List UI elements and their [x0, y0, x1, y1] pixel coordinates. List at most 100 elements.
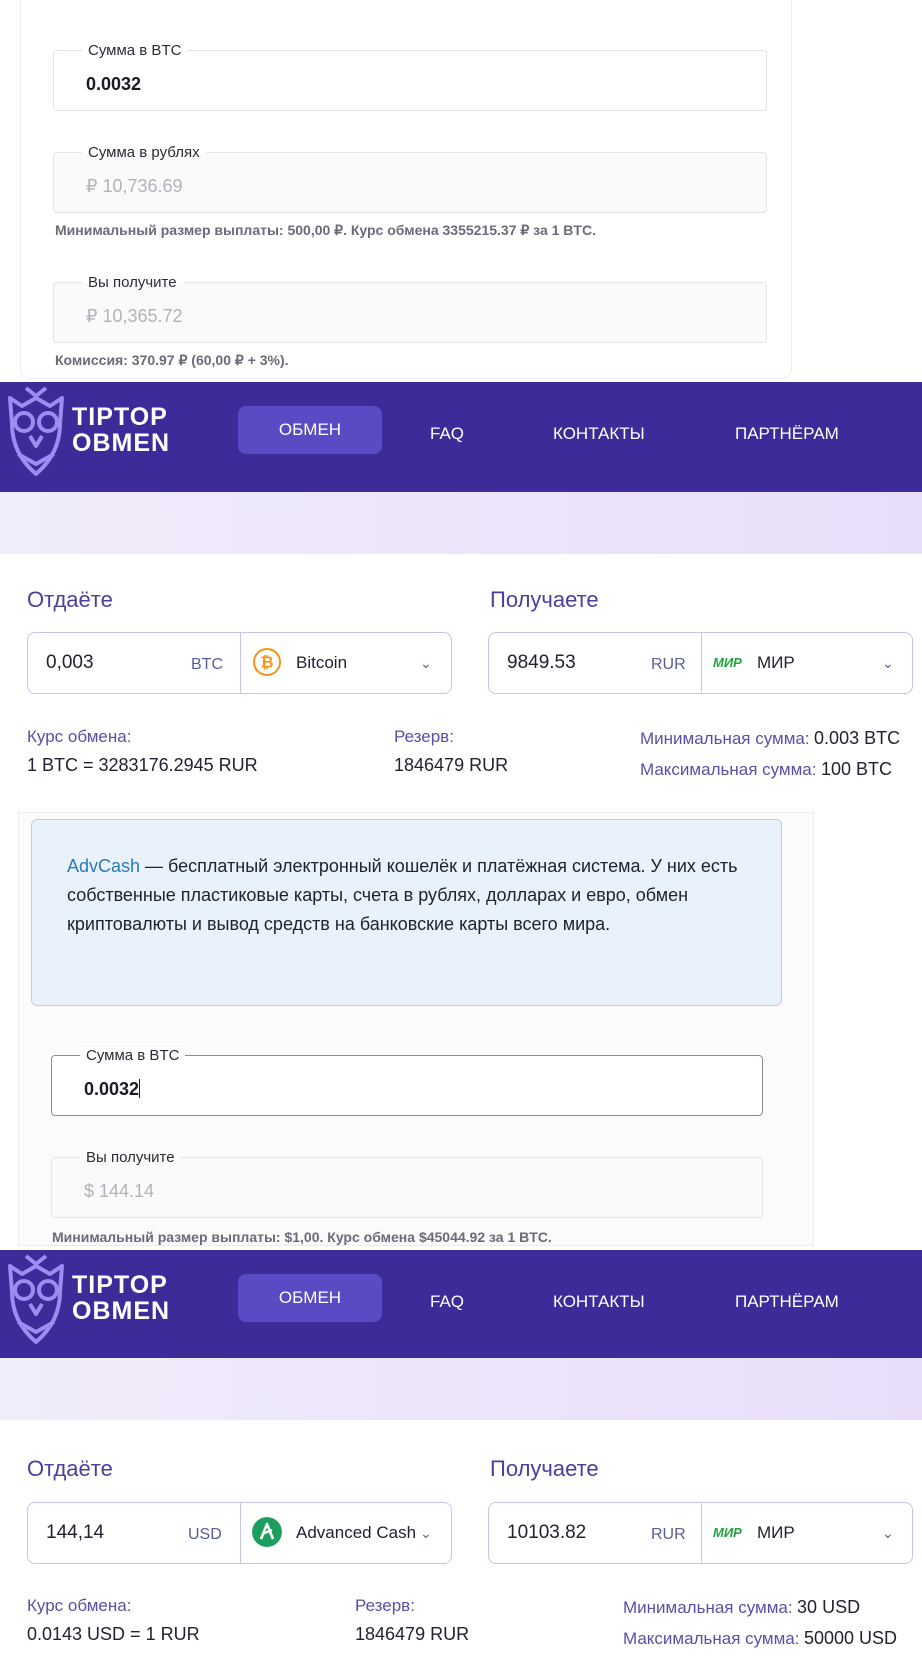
btc-amount-field-2[interactable]: Сумма в BTC 0.0032: [51, 1047, 763, 1116]
nav-exchange-label-2: ОБМЕН: [278, 1288, 342, 1307]
min-amount-2: Минимальная сумма: 30 USD: [623, 1597, 860, 1618]
max-amount-2: Максимальная сумма: 50000 USD: [623, 1628, 897, 1649]
chevron-down-icon[interactable]: ⌄: [882, 1525, 894, 1542]
get-divider: [701, 633, 702, 693]
get-currency-code-2: RUR: [651, 1526, 686, 1543]
rub-amount-value: ₽ 10,736.69: [86, 176, 183, 196]
get-currency-code: RUR: [651, 656, 686, 673]
rate-label: Курс обмена:: [27, 727, 132, 746]
nav-partners[interactable]: ПАРТНЁРАМ: [735, 424, 839, 444]
min-value: 0.003 BTC: [814, 728, 901, 748]
max-value-2: 50000 USD: [803, 1628, 897, 1648]
give-title: Отдаёте: [27, 587, 113, 612]
receive-value: ₽ 10,365.72: [86, 306, 183, 326]
btc-amount-text-2: 0.0032: [84, 1079, 140, 1099]
nav-contacts-2[interactable]: КОНТАКТЫ: [553, 1292, 645, 1312]
svg-text:₿: ₿: [260, 653, 273, 672]
receive-value-2: $ 144.14: [84, 1181, 155, 1201]
reserve-label-2: Резерв:: [355, 1596, 415, 1615]
rate-label-2: Курс обмена:: [27, 1596, 132, 1615]
chevron-down-icon[interactable]: ⌄: [882, 655, 894, 672]
rate-value-2: 0.0143 USD = 1 RUR: [27, 1624, 200, 1644]
chevron-down-icon[interactable]: ⌄: [420, 1525, 432, 1542]
min-amount: Минимальная сумма: 0.003 BTC: [640, 728, 900, 749]
chevron-down-icon[interactable]: ⌄: [420, 655, 432, 672]
commission-hint: Комиссия: 370.97 ₽ (60,00 ₽ + 3%).: [55, 352, 289, 368]
btc-amount-label: Сумма в BTC: [82, 42, 188, 60]
receive-field: Вы получите ₽ 10,365.72: [53, 274, 767, 343]
give-amount-input[interactable]: 0,003: [46, 652, 94, 674]
rub-amount-field: Сумма в рублях ₽ 10,736.69: [53, 144, 767, 213]
min-label-2: Минимальная сумма:: [623, 1598, 793, 1617]
max-value: 100 BTC: [820, 759, 892, 779]
logo-line-2: OBMEN: [72, 429, 171, 457]
give-currency-code-2: USD: [188, 1526, 222, 1543]
payout-form-card: Сумма в BTC 0.0032 Сумма в рублях ₽ 10,7…: [20, 0, 792, 379]
rub-amount-label: Сумма в рублях: [82, 144, 206, 162]
mir-logo-icon: МИР: [713, 1525, 742, 1540]
site-logo-text-2[interactable]: TIPTOP OBMEN: [72, 1272, 170, 1324]
advcash-icon: [252, 1517, 282, 1547]
get-divider-2: [701, 1503, 702, 1563]
receive-label: Вы получите: [82, 274, 183, 292]
logo-line-1: TIPTOP: [72, 403, 168, 431]
give-currency-code: BTC: [191, 656, 223, 673]
get-method-name[interactable]: МИР: [757, 653, 795, 673]
nav-exchange-label: ОБМЕН: [278, 420, 342, 439]
logo-line-1: TIPTOP: [72, 1271, 168, 1299]
nav-exchange[interactable]: ОБМЕН: [238, 406, 382, 454]
give-title-2: Отдаёте: [27, 1456, 113, 1481]
btc-amount-value-2[interactable]: 0.0032: [84, 1078, 141, 1100]
get-select-2: 10103.82 RUR МИР МИР ⌄: [488, 1502, 913, 1564]
min-value-2: 30 USD: [797, 1597, 861, 1617]
get-title: Получаете: [490, 587, 599, 612]
max-label-2: Максимальная сумма:: [623, 1629, 800, 1648]
max-amount: Максимальная сумма: 100 BTC: [640, 759, 892, 780]
give-select-2: 144,14 USD Advanced Cash ⌄: [27, 1502, 452, 1564]
get-title-2: Получаете: [490, 1456, 599, 1481]
min-payout-hint-2: Минимальный размер выплаты: $1,00. Курс …: [52, 1229, 552, 1245]
receive-label-2: Вы получите: [80, 1149, 181, 1167]
hero-band: [0, 492, 922, 554]
advcash-description: — бесплатный электронный кошелёк и платё…: [67, 856, 738, 934]
text-cursor: [139, 1079, 141, 1098]
site-header-2: TIPTOP OBMEN ОБМЕН FAQ КОНТАКТЫ ПАРТНЁРА…: [0, 1250, 922, 1358]
advcash-info-text: AdvCash — бесплатный электронный кошелёк…: [67, 852, 747, 939]
btc-amount-field[interactable]: Сумма в BTC 0.0032: [53, 42, 767, 111]
get-amount-input[interactable]: 9849.53: [507, 652, 576, 674]
mir-logo-icon: МИР: [713, 655, 742, 670]
site-logo-text[interactable]: TIPTOP OBMEN: [72, 404, 170, 456]
owl-logo-icon[interactable]: [0, 1252, 72, 1348]
min-payout-hint: Минимальный размер выплаты: 500,00 ₽. Ку…: [55, 222, 596, 238]
reserve-label: Резерв:: [394, 727, 454, 746]
logo-line-2: OBMEN: [72, 1297, 171, 1325]
bitcoin-icon: ₿: [253, 648, 281, 676]
give-amount-input-2[interactable]: 144,14: [46, 1522, 104, 1544]
site-header: TIPTOP OBMEN ОБМЕН FAQ КОНТАКТЫ ПАРТНЁРА…: [0, 382, 922, 492]
reserve-value: 1846479 RUR: [394, 755, 509, 775]
owl-logo-icon[interactable]: [0, 384, 72, 480]
max-label: Максимальная сумма:: [640, 760, 817, 779]
give-divider-2: [240, 1503, 241, 1563]
hero-band-2: [0, 1358, 922, 1420]
min-label: Минимальная сумма:: [640, 729, 810, 748]
nav-exchange-2[interactable]: ОБМЕН: [238, 1274, 382, 1322]
give-method-name-2[interactable]: Advanced Cash: [296, 1523, 416, 1543]
nav-contacts[interactable]: КОНТАКТЫ: [553, 424, 645, 444]
rate-value: 1 BTC = 3283176.2945 RUR: [27, 755, 258, 775]
btc-amount-value[interactable]: 0.0032: [86, 73, 141, 95]
reserve-value-2: 1846479 RUR: [355, 1624, 470, 1644]
give-divider: [240, 633, 241, 693]
give-select: 0,003 BTC ₿ Bitcoin ⌄: [27, 632, 452, 694]
advcash-info-box: AdvCash — бесплатный электронный кошелёк…: [31, 819, 782, 1006]
advcash-link[interactable]: AdvCash: [67, 856, 140, 876]
get-select: 9849.53 RUR МИР МИР ⌄: [488, 632, 913, 694]
give-method-name[interactable]: Bitcoin: [296, 653, 347, 673]
receive-field-2: Вы получите $ 144.14: [51, 1149, 763, 1218]
nav-faq-2[interactable]: FAQ: [430, 1292, 464, 1312]
get-amount-input-2[interactable]: 10103.82: [507, 1522, 586, 1544]
nav-partners-2[interactable]: ПАРТНЁРАМ: [735, 1292, 839, 1312]
btc-amount-label-2: Сумма в BTC: [80, 1047, 186, 1065]
nav-faq[interactable]: FAQ: [430, 424, 464, 444]
get-method-name-2[interactable]: МИР: [757, 1523, 795, 1543]
